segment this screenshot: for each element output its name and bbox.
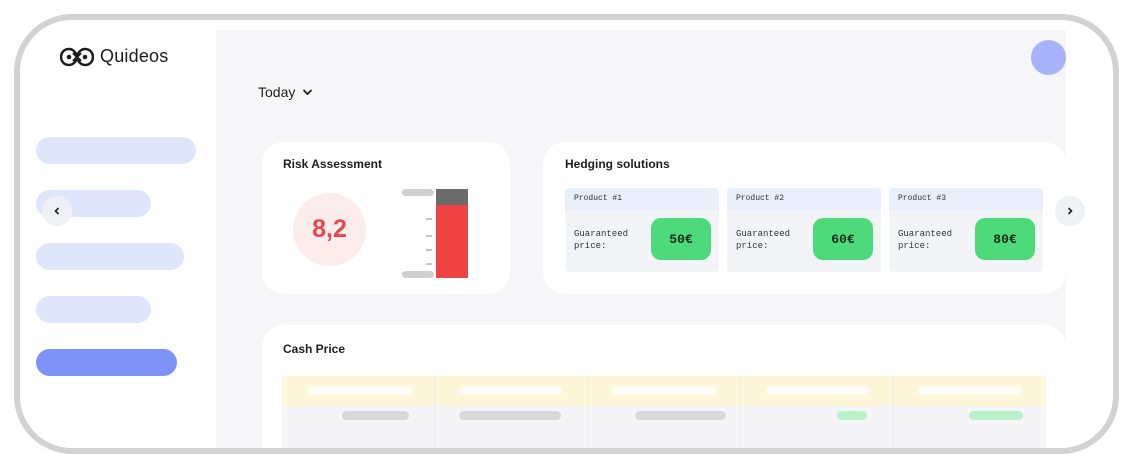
device-frame: Quideos Today Risk Assessment 8,2 Hedgin… — [14, 14, 1119, 454]
gauge-bottom-cap — [402, 271, 434, 278]
cash-table — [282, 376, 1046, 448]
price-badge: 60€ — [813, 218, 873, 260]
nav-item-5[interactable] — [36, 349, 177, 376]
product-card-3[interactable]: Product #3 Guaranteed price: 80€ — [889, 188, 1043, 272]
header-placeholder — [308, 386, 412, 395]
header-placeholder — [612, 386, 716, 395]
brand-name: Quideos — [100, 46, 169, 66]
nav-item-4[interactable] — [36, 296, 151, 323]
cell-placeholder — [342, 411, 409, 420]
gauge-fill — [436, 205, 468, 278]
chevron-down-icon — [303, 89, 313, 96]
next-products-button[interactable] — [1055, 196, 1085, 226]
product-header: Product #2 — [727, 188, 881, 210]
price-badge: 50€ — [651, 218, 711, 260]
risk-score-value: 8,2 — [312, 215, 347, 243]
gauge-tick — [426, 263, 432, 265]
guaranteed-price-label: Guaranteed price: — [574, 229, 629, 251]
gauge-tick — [426, 249, 432, 251]
nav-item-1[interactable] — [36, 137, 196, 164]
cell-placeholder — [459, 411, 561, 420]
sidebar-collapse-button[interactable] — [42, 196, 72, 226]
risk-score-circle: 8,2 — [293, 193, 366, 266]
hedging-solutions-card: Hedging solutions Product #1 Guaranteed … — [543, 142, 1066, 294]
product-header: Product #3 — [889, 188, 1043, 210]
product-card-2[interactable]: Product #2 Guaranteed price: 60€ — [727, 188, 881, 272]
column-divider — [434, 376, 435, 448]
risk-assessment-card: Risk Assessment 8,2 — [262, 142, 510, 294]
header-placeholder — [918, 386, 1022, 395]
product-name: Product #3 — [898, 194, 947, 203]
sidebar: Quideos — [20, 20, 216, 448]
header-placeholder — [766, 386, 870, 395]
gauge-top-cap — [402, 189, 434, 196]
cell-placeholder — [969, 411, 1023, 420]
product-name: Product #1 — [574, 194, 623, 203]
risk-card-title: Risk Assessment — [283, 157, 382, 171]
product-card-1[interactable]: Product #1 Guaranteed price: 50€ — [565, 188, 719, 272]
header-placeholder — [458, 386, 562, 395]
guaranteed-price-label: Guaranteed price: — [736, 229, 791, 251]
hedging-card-title: Hedging solutions — [565, 157, 670, 171]
gauge-tick — [426, 235, 432, 237]
column-divider — [587, 376, 588, 448]
chevron-right-icon — [1067, 207, 1073, 215]
chevron-left-icon — [54, 207, 60, 215]
product-name: Product #2 — [736, 194, 785, 203]
cash-card-title: Cash Price — [283, 342, 346, 356]
gauge-bar — [436, 189, 468, 278]
period-selector[interactable]: Today — [258, 84, 313, 100]
user-avatar[interactable] — [1031, 40, 1066, 75]
infinity-logo-icon — [60, 47, 94, 66]
product-header: Product #1 — [565, 188, 719, 210]
brand-logo[interactable]: Quideos — [60, 46, 168, 67]
column-divider — [740, 376, 741, 448]
cash-price-card: Cash Price — [262, 325, 1066, 448]
period-label: Today — [258, 84, 296, 100]
column-divider — [893, 376, 894, 448]
risk-gauge — [402, 187, 472, 279]
cell-placeholder — [837, 411, 867, 420]
guaranteed-price-label: Guaranteed price: — [898, 229, 953, 251]
cell-placeholder — [635, 411, 726, 420]
gauge-tick — [426, 218, 432, 220]
nav-item-3[interactable] — [36, 243, 184, 270]
price-badge: 80€ — [975, 218, 1035, 260]
